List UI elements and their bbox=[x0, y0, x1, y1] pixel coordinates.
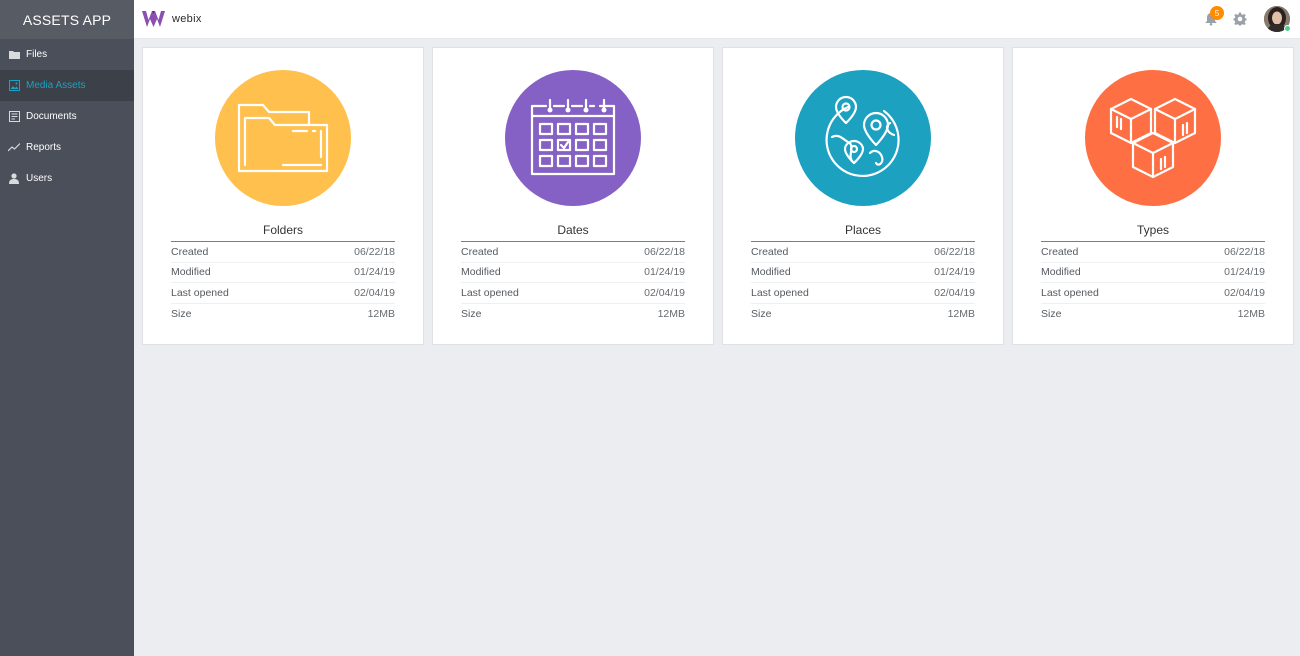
folder-icon bbox=[8, 49, 20, 61]
card-dates[interactable]: Dates Created 06/22/18 Modified 01/24/19 L… bbox=[432, 47, 714, 345]
sidebar-item-users[interactable]: Users bbox=[0, 163, 134, 194]
detail-value: 06/22/18 bbox=[354, 245, 395, 258]
detail-value: 01/24/19 bbox=[1224, 266, 1265, 279]
detail-value: 02/04/19 bbox=[354, 286, 395, 299]
brand-name: webix bbox=[172, 13, 202, 25]
detail-label: Size bbox=[171, 307, 192, 320]
logo[interactable]: webix bbox=[142, 9, 202, 29]
gear-icon[interactable] bbox=[1233, 12, 1247, 26]
detail-label: Created bbox=[171, 245, 209, 258]
sidebar-item-reports[interactable]: Reports bbox=[0, 132, 134, 163]
detail-row-created: Created 06/22/18 bbox=[751, 242, 975, 263]
online-status-indicator bbox=[1284, 25, 1291, 32]
detail-value: 06/22/18 bbox=[644, 245, 685, 258]
app-title: ASSETS APP bbox=[0, 0, 134, 39]
detail-label: Created bbox=[1041, 245, 1079, 258]
detail-row-size: Size 12MB bbox=[171, 304, 395, 325]
folder-icon bbox=[215, 70, 351, 206]
detail-label: Modified bbox=[751, 266, 791, 279]
user-icon bbox=[8, 173, 20, 185]
detail-value: 12MB bbox=[947, 307, 975, 320]
detail-value: 02/04/19 bbox=[1224, 286, 1265, 299]
detail-value: 01/24/19 bbox=[354, 266, 395, 279]
detail-label: Last opened bbox=[751, 286, 809, 299]
webix-logo-icon bbox=[142, 11, 165, 27]
detail-row-last-opened: Last opened 02/04/19 bbox=[1041, 283, 1265, 304]
detail-label: Size bbox=[751, 307, 772, 320]
card-folders[interactable]: Folders Created 06/22/18 Modified 01/24/19… bbox=[142, 47, 424, 345]
chart-line-icon bbox=[8, 142, 20, 154]
detail-value: 02/04/19 bbox=[934, 286, 975, 299]
detail-row-modified: Modified 01/24/19 bbox=[1041, 263, 1265, 283]
detail-value: 01/24/19 bbox=[934, 266, 975, 279]
detail-row-last-opened: Last opened 02/04/19 bbox=[751, 283, 975, 304]
detail-label: Last opened bbox=[1041, 286, 1099, 299]
card-details: Created 06/22/18 Modified 01/24/19 Last op… bbox=[1041, 241, 1265, 324]
card-places[interactable]: Places Created 06/22/18 Modified 01/24/19 … bbox=[722, 47, 1004, 345]
detail-row-created: Created 06/22/18 bbox=[171, 242, 395, 263]
card-title: Places bbox=[844, 223, 882, 237]
detail-label: Last opened bbox=[171, 286, 229, 299]
detail-label: Last opened bbox=[461, 286, 519, 299]
detail-label: Created bbox=[751, 245, 789, 258]
detail-value: 12MB bbox=[367, 307, 395, 320]
document-icon bbox=[8, 111, 20, 123]
detail-label: Modified bbox=[171, 266, 211, 279]
sidebar-item-label: Users bbox=[26, 173, 53, 184]
detail-row-last-opened: Last opened 02/04/19 bbox=[461, 283, 685, 304]
sidebar-item-files[interactable]: Files bbox=[0, 39, 134, 70]
detail-label: Modified bbox=[461, 266, 501, 279]
card-details: Created 06/22/18 Modified 01/24/19 Last op… bbox=[751, 241, 975, 324]
image-icon bbox=[8, 80, 20, 92]
card-details: Created 06/22/18 Modified 01/24/19 Last op… bbox=[461, 241, 685, 324]
sidebar-item-label: Media Assets bbox=[26, 80, 86, 91]
detail-label: Size bbox=[1041, 307, 1062, 320]
detail-row-created: Created 06/22/18 bbox=[461, 242, 685, 263]
notification-badge: 5 bbox=[1210, 6, 1224, 20]
detail-value: 06/22/18 bbox=[934, 245, 975, 258]
sidebar-item-label: Files bbox=[26, 49, 48, 60]
detail-label: Modified bbox=[1041, 266, 1081, 279]
calendar-icon bbox=[505, 70, 641, 206]
detail-row-created: Created 06/22/18 bbox=[1041, 242, 1265, 263]
detail-value: 06/22/18 bbox=[1224, 245, 1265, 258]
detail-value: 12MB bbox=[1237, 307, 1265, 320]
sidebar-item-label: Documents bbox=[26, 111, 77, 122]
top-bar: webix 5 bbox=[134, 0, 1300, 39]
detail-row-modified: Modified 01/24/19 bbox=[171, 263, 395, 283]
sidebar-item-media-assets[interactable]: Media Assets bbox=[0, 70, 134, 101]
detail-label: Size bbox=[461, 307, 482, 320]
card-title: Folders bbox=[262, 223, 303, 237]
sidebar-item-documents[interactable]: Documents bbox=[0, 101, 134, 132]
sidebar-item-label: Reports bbox=[26, 142, 62, 153]
detail-value: 01/24/19 bbox=[644, 266, 685, 279]
cubes-icon bbox=[1085, 70, 1221, 206]
detail-row-size: Size 12MB bbox=[1041, 304, 1265, 325]
card-details: Created 06/22/18 Modified 01/24/19 Last op… bbox=[171, 241, 395, 324]
globe-pins-icon bbox=[795, 70, 931, 206]
detail-row-last-opened: Last opened 02/04/19 bbox=[171, 283, 395, 304]
asset-cards: Folders Created 06/22/18 Modified 01/24/19… bbox=[142, 47, 1294, 345]
sidebar: ASSETS APP Files Media Assets Documents … bbox=[0, 0, 134, 656]
detail-label: Created bbox=[461, 245, 499, 258]
card-title: Dates bbox=[557, 223, 589, 237]
detail-row-modified: Modified 01/24/19 bbox=[751, 263, 975, 283]
card-types[interactable]: Types Created 06/22/18 Modified 01/24/19 L… bbox=[1012, 47, 1294, 345]
detail-row-size: Size 12MB bbox=[751, 304, 975, 325]
detail-row-size: Size 12MB bbox=[461, 304, 685, 325]
card-title: Types bbox=[1136, 223, 1169, 237]
detail-row-modified: Modified 01/24/19 bbox=[461, 263, 685, 283]
detail-value: 12MB bbox=[657, 307, 685, 320]
detail-value: 02/04/19 bbox=[644, 286, 685, 299]
